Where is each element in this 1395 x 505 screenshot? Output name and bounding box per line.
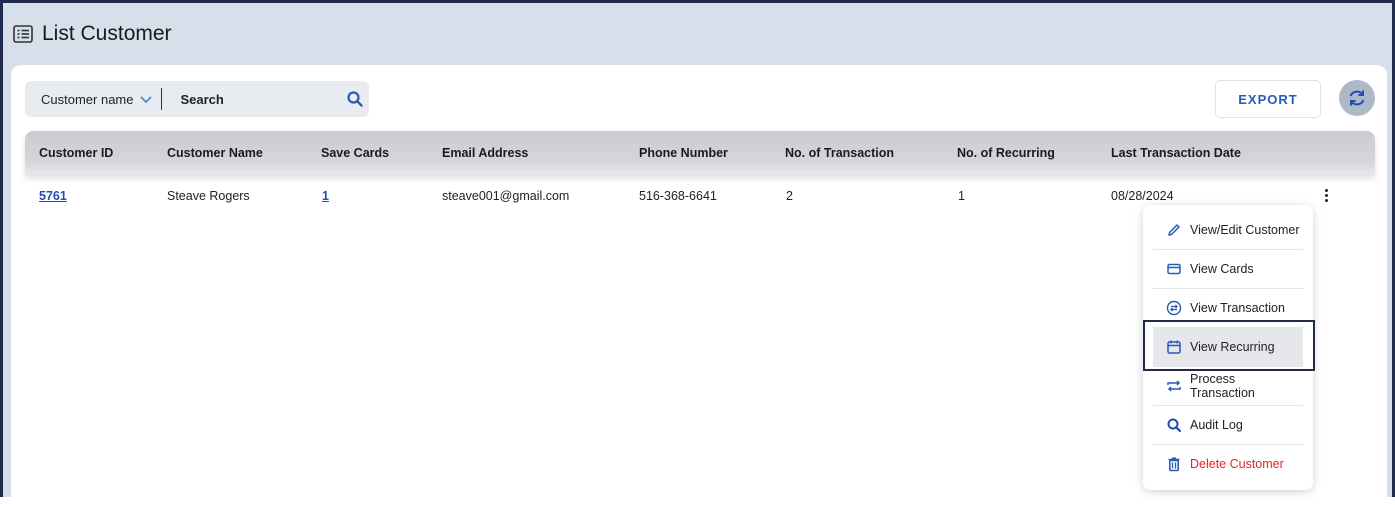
menu-item-view-cards[interactable]: View Cards: [1153, 250, 1303, 288]
menu-item-label: View/Edit Customer: [1190, 223, 1300, 237]
row-actions-menu: View/Edit Customer View Cards View Trans…: [1143, 205, 1313, 490]
exchange-icon: [1166, 300, 1182, 316]
search-icon: [1166, 417, 1182, 433]
customer-name-cell: Steave Rogers: [167, 189, 250, 203]
col-email-address[interactable]: Email Address: [442, 146, 528, 160]
col-last-transaction-date[interactable]: Last Transaction Date: [1111, 146, 1241, 160]
search-input[interactable]: [180, 91, 331, 107]
menu-item-view-recurring[interactable]: View Recurring: [1153, 328, 1303, 366]
trash-icon: [1166, 456, 1182, 472]
filter-label: Customer name: [41, 91, 134, 107]
repeat-icon: [1166, 378, 1182, 394]
email-cell: steave001@gmail.com: [442, 189, 570, 203]
menu-item-label: View Cards: [1190, 262, 1254, 276]
refresh-button[interactable]: [1339, 80, 1375, 116]
transactions-count-cell: 2: [786, 189, 793, 203]
title-bar: List Customer: [3, 3, 1392, 65]
menu-item-label: Process Transaction: [1190, 372, 1255, 400]
menu-item-label: Delete Customer: [1190, 457, 1284, 471]
phone-cell: 516-368-6641: [639, 189, 717, 203]
col-no-of-transaction[interactable]: No. of Transaction: [785, 146, 894, 160]
menu-item-label: View Transaction: [1190, 301, 1285, 315]
menu-item-view-edit-customer[interactable]: View/Edit Customer: [1153, 211, 1303, 249]
menu-item-view-transaction[interactable]: View Transaction: [1153, 289, 1303, 327]
col-phone-number[interactable]: Phone Number: [639, 146, 728, 160]
col-customer-id[interactable]: Customer ID: [39, 146, 113, 160]
pencil-icon: [1166, 222, 1182, 238]
search-bar: Customer name: [25, 81, 369, 117]
menu-item-delete-customer[interactable]: Delete Customer: [1153, 445, 1303, 483]
list-icon: [12, 23, 34, 45]
menu-item-process-transaction[interactable]: Process Transaction: [1153, 367, 1303, 405]
chevron-down-icon: [139, 94, 153, 104]
row-actions-icon[interactable]: [1321, 187, 1331, 207]
refresh-icon: [1346, 87, 1368, 109]
menu-item-label: Audit Log: [1190, 418, 1243, 432]
search-icon[interactable]: [346, 90, 364, 108]
search-divider: [161, 88, 163, 110]
col-save-cards[interactable]: Save Cards: [321, 146, 389, 160]
col-customer-name[interactable]: Customer Name: [167, 146, 263, 160]
card-icon: [1166, 261, 1182, 277]
menu-item-label: View Recurring: [1190, 340, 1275, 354]
col-no-of-recurring[interactable]: No. of Recurring: [957, 146, 1055, 160]
filter-dropdown[interactable]: Customer name: [25, 81, 153, 117]
menu-item-audit-log[interactable]: Audit Log: [1153, 406, 1303, 444]
calendar-icon: [1166, 339, 1182, 355]
customer-id-link[interactable]: 5761: [39, 189, 67, 203]
last-transaction-date-cell: 08/28/2024: [1111, 189, 1174, 203]
save-cards-link[interactable]: 1: [322, 189, 329, 203]
recurring-count-cell: 1: [958, 189, 965, 203]
table-header: Customer ID Customer Name Save Cards Ema…: [25, 131, 1375, 175]
export-button[interactable]: EXPORT: [1215, 80, 1321, 118]
page-title: List Customer: [42, 22, 172, 45]
